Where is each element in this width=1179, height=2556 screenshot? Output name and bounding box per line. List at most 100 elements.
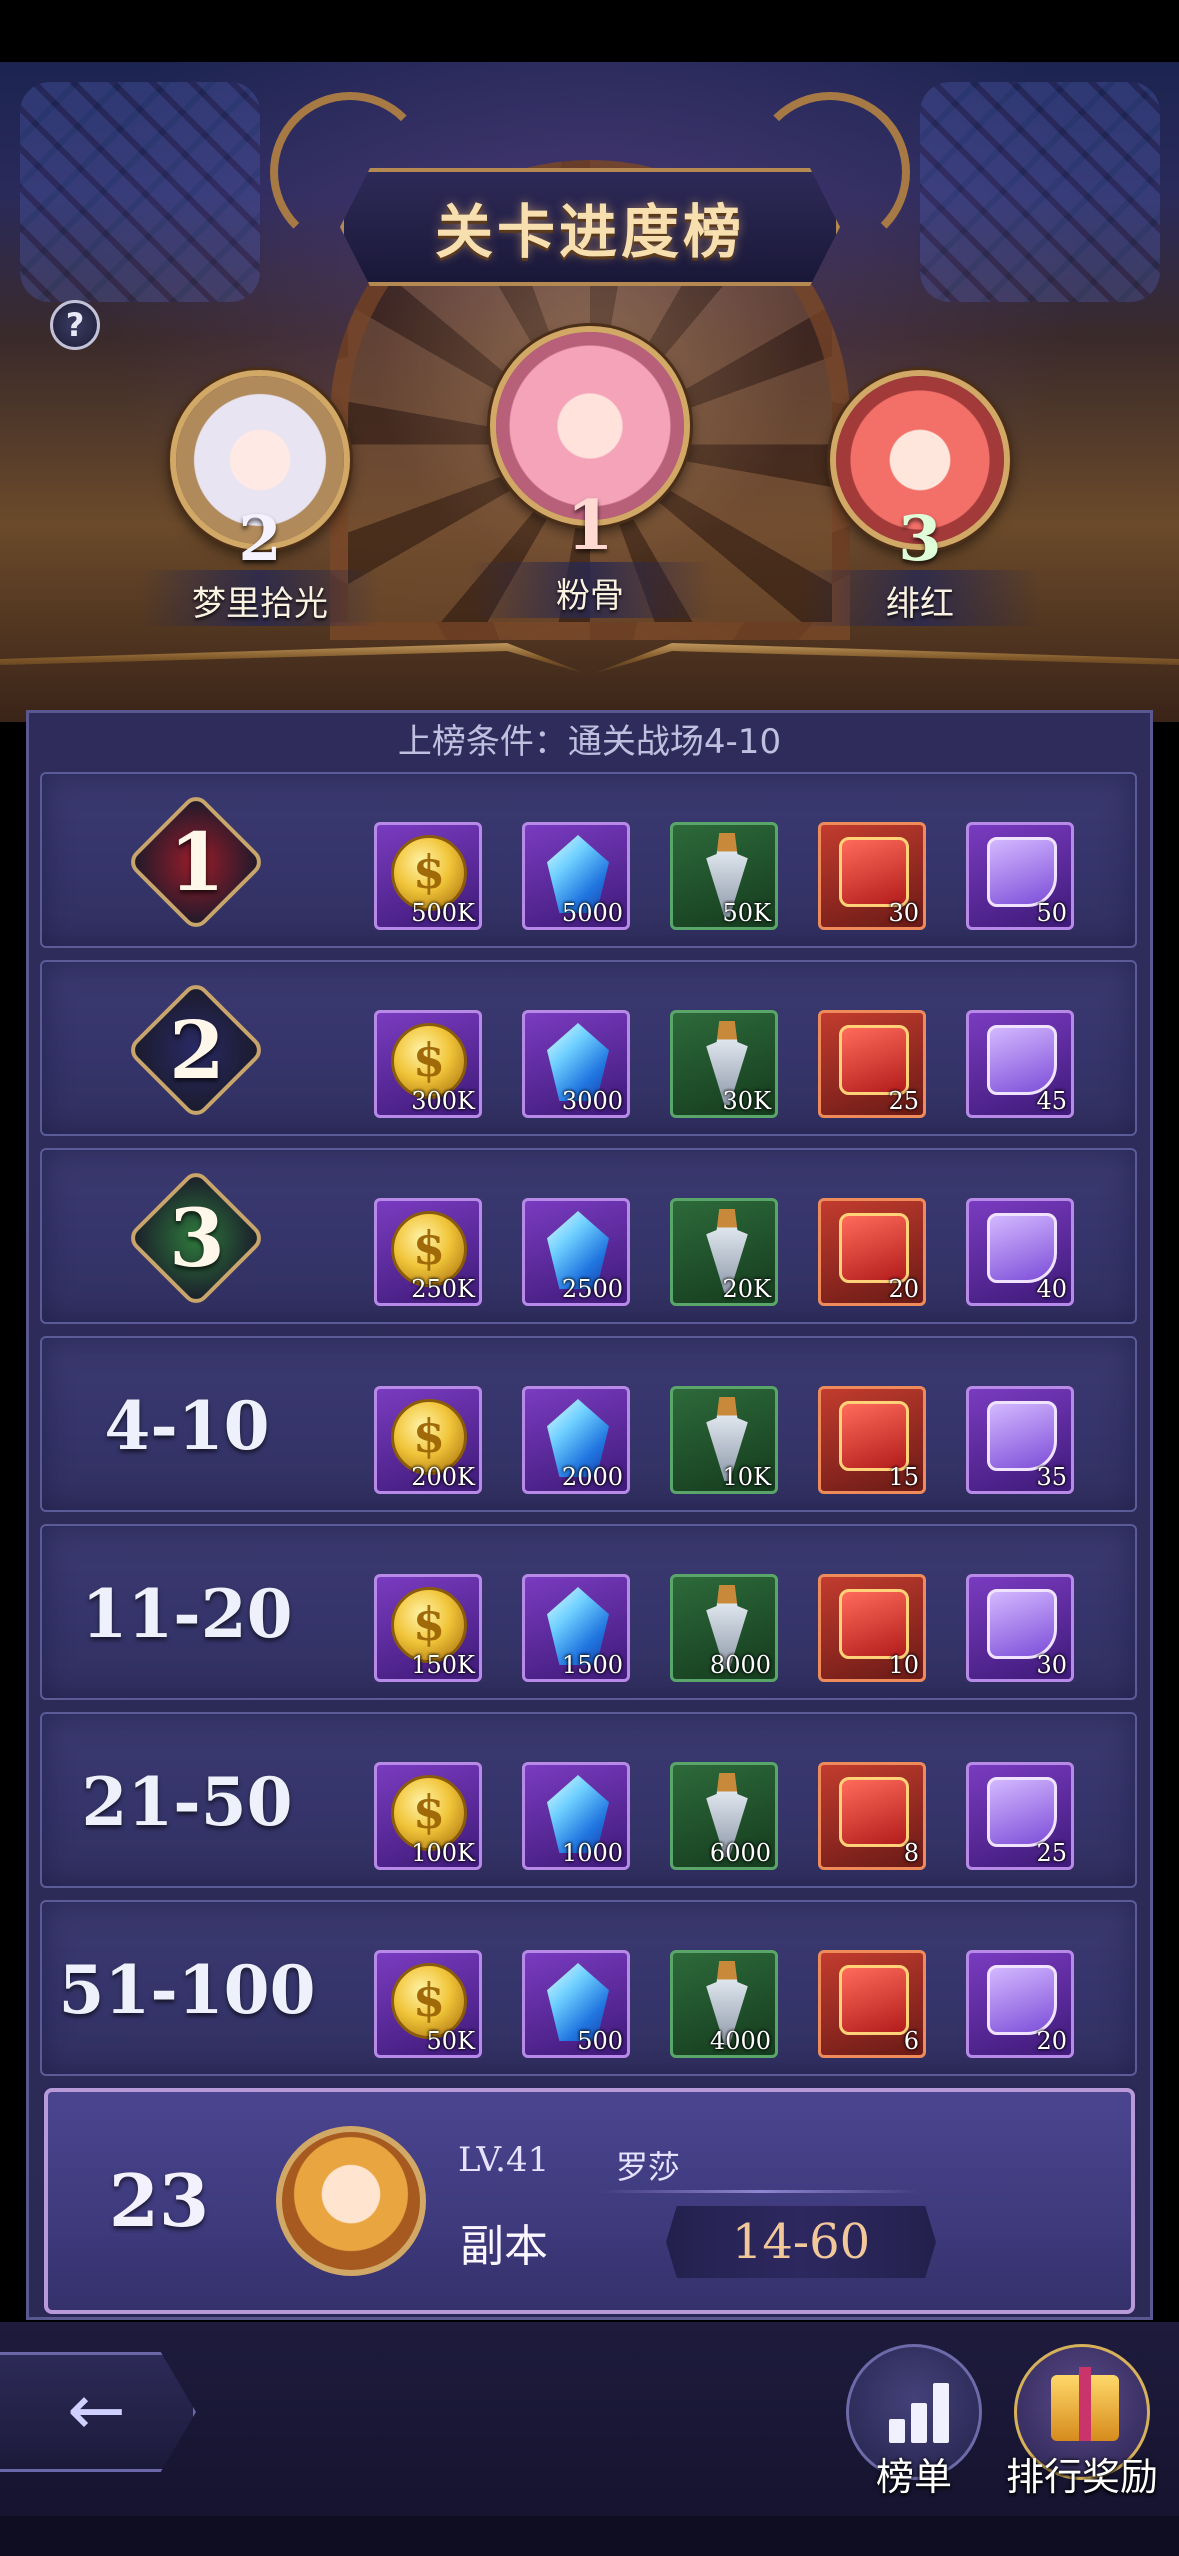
purple-scroll-icon [987, 1777, 1057, 1847]
item-quantity: 30 [888, 899, 919, 927]
item-quantity: 6 [903, 2027, 919, 2055]
my-rank-number: 23 [108, 2158, 210, 2243]
item-quantity: 30 [1036, 1651, 1067, 1679]
item-quantity: 40 [1036, 1275, 1067, 1303]
red-scroll-icon [839, 1401, 909, 1471]
stained-glass-left [20, 82, 260, 302]
reward-row: 1 $500K 5000 50K 30 50 [40, 772, 1137, 948]
reward-item[interactable]: 2000 [522, 1386, 630, 1494]
reward-row: 4-10 $200K 2000 10K 15 35 [40, 1336, 1137, 1512]
item-quantity: 100K [411, 1839, 475, 1867]
reward-item[interactable]: 25 [966, 1762, 1074, 1870]
reward-item[interactable]: 20 [966, 1950, 1074, 2058]
purple-scroll-icon [987, 1589, 1057, 1659]
podium-rank-number: 1 [566, 486, 614, 566]
item-quantity: 8 [903, 1839, 919, 1867]
rank-label: 1 [169, 815, 225, 909]
item-quantity: 25 [1036, 1839, 1067, 1867]
reward-item[interactable]: 40 [966, 1198, 1074, 1306]
reward-item[interactable]: 1500 [522, 1574, 630, 1682]
reward-item[interactable]: 2500 [522, 1198, 630, 1306]
item-quantity: 150K [411, 1651, 475, 1679]
item-quantity: 20 [888, 1275, 919, 1303]
reward-item[interactable]: 20 [818, 1198, 926, 1306]
reward-item[interactable]: 8000 [670, 1574, 778, 1682]
my-stage-label: 副本 [460, 2221, 548, 2272]
reward-item[interactable]: 45 [966, 1010, 1074, 1118]
item-quantity: 5000 [561, 899, 623, 927]
reward-panel [26, 710, 1153, 2320]
reward-item[interactable]: 30K [670, 1010, 778, 1118]
my-level: LV.41 [458, 2140, 550, 2180]
podium-rank-number: 2 [238, 502, 282, 575]
purple-scroll-icon [987, 1025, 1057, 1095]
divider-line [600, 2190, 920, 2193]
item-quantity: 35 [1036, 1463, 1067, 1491]
rank-label: 21-50 [81, 1763, 293, 1841]
reward-item[interactable]: 50 [966, 822, 1074, 930]
item-quantity: 50 [1036, 899, 1067, 927]
reward-item[interactable]: 10K [670, 1386, 778, 1494]
my-avatar[interactable] [276, 2126, 426, 2276]
reward-item[interactable]: 5000 [522, 822, 630, 930]
reward-item[interactable]: $300K [374, 1010, 482, 1118]
red-scroll-icon [839, 1589, 909, 1659]
reward-item[interactable]: $50K [374, 1950, 482, 2058]
reward-item[interactable]: $150K [374, 1574, 482, 1682]
podium-player-name: 梦里拾光 [192, 584, 328, 624]
reward-item[interactable]: $200K [374, 1386, 482, 1494]
purple-scroll-icon [987, 1213, 1057, 1283]
reward-item[interactable]: 30 [818, 822, 926, 930]
item-quantity: 200K [411, 1463, 475, 1491]
status-bar [0, 0, 1179, 62]
reward-item[interactable]: 35 [966, 1386, 1074, 1494]
reward-item[interactable]: 30 [966, 1574, 1074, 1682]
ranking-condition: 上榜条件：通关战场4-10 [397, 722, 782, 762]
item-quantity: 4000 [709, 2027, 771, 2055]
back-button[interactable]: ← [0, 2352, 196, 2472]
podium-player-name: 粉骨 [556, 576, 624, 616]
item-quantity: 20 [1036, 2027, 1067, 2055]
red-scroll-icon [839, 1213, 909, 1283]
reward-item[interactable]: 25 [818, 1010, 926, 1118]
rank-reward-label: 排行奖励 [1005, 2455, 1158, 2499]
reward-item[interactable]: 8 [818, 1762, 926, 1870]
purple-scroll-icon [987, 1965, 1057, 2035]
reward-item[interactable]: 15 [818, 1386, 926, 1494]
item-quantity: 10 [888, 1651, 919, 1679]
reward-item[interactable]: 4000 [670, 1950, 778, 2058]
item-quantity: 8000 [709, 1651, 771, 1679]
item-quantity: 25 [888, 1087, 919, 1115]
help-button[interactable]: ? [50, 300, 100, 350]
podium-rank-3[interactable]: 3 绯红 [800, 370, 1040, 640]
rank-label: 4-10 [104, 1387, 270, 1465]
reward-row: 11-20 $150K 1500 8000 10 30 [40, 1524, 1137, 1700]
stained-glass-right [920, 82, 1160, 302]
item-quantity: 50K [426, 2027, 475, 2055]
reward-item[interactable]: 10 [818, 1574, 926, 1682]
gift-ribbon [1079, 2367, 1091, 2441]
item-quantity: 50K [722, 899, 771, 927]
reward-item[interactable]: 3000 [522, 1010, 630, 1118]
red-scroll-icon [839, 1025, 909, 1095]
item-quantity: 30K [722, 1087, 771, 1115]
item-quantity: 300K [411, 1087, 475, 1115]
reward-item[interactable]: 500 [522, 1950, 630, 2058]
reward-item[interactable]: 1000 [522, 1762, 630, 1870]
reward-item[interactable]: $500K [374, 822, 482, 930]
reward-item[interactable]: 6 [818, 1950, 926, 2058]
my-player-name: 罗莎 [616, 2148, 681, 2186]
reward-item[interactable]: 6000 [670, 1762, 778, 1870]
reward-item[interactable]: 50K [670, 822, 778, 930]
purple-scroll-icon [987, 1401, 1057, 1471]
item-quantity: 1000 [561, 1839, 623, 1867]
reward-row: 3 $250K 2500 20K 20 40 [40, 1148, 1137, 1324]
reward-item[interactable]: $250K [374, 1198, 482, 1306]
item-quantity: 10K [722, 1463, 771, 1491]
back-arrow-icon: ← [67, 2369, 126, 2451]
podium-rank-1[interactable]: 1 粉骨 [468, 326, 712, 626]
reward-item[interactable]: 20K [670, 1198, 778, 1306]
red-scroll-icon [839, 1777, 909, 1847]
podium-rank-2[interactable]: 2 梦里拾光 [140, 370, 380, 640]
reward-item[interactable]: $100K [374, 1762, 482, 1870]
